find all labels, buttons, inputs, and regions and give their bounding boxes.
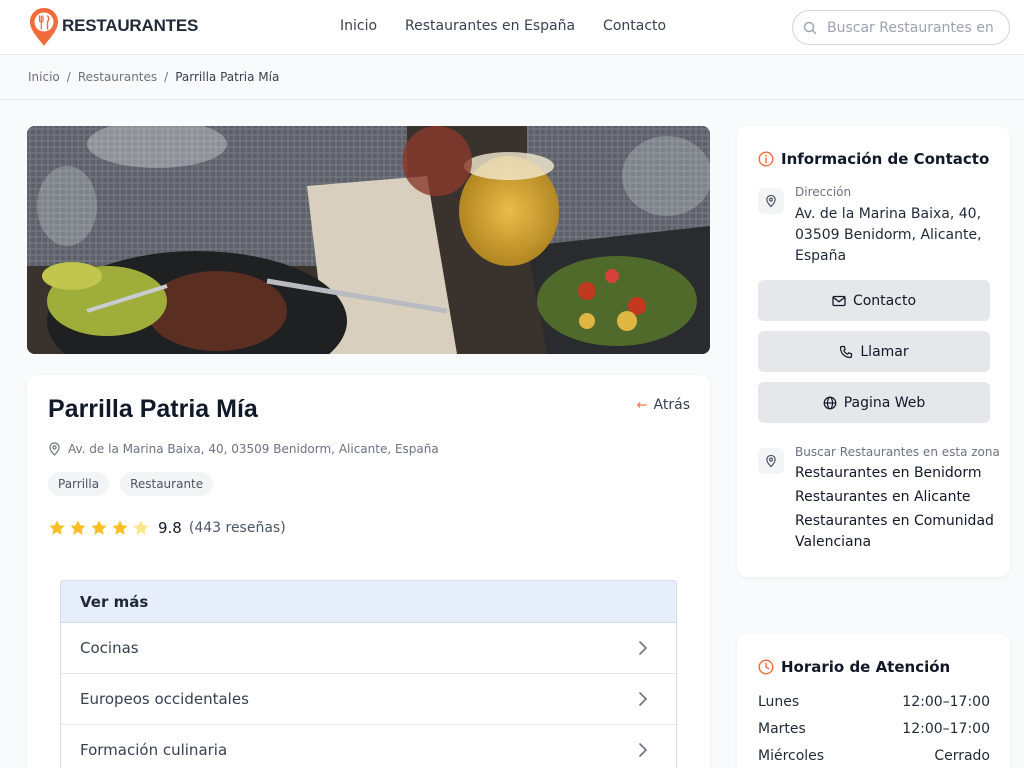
address-text: Av. de la Marina Baixa, 40, 03509 Benido… bbox=[68, 442, 439, 456]
location-pin-icon bbox=[766, 454, 776, 468]
ver-mas-item-label: Formación culinaria bbox=[80, 741, 228, 759]
zone-link-alicante[interactable]: Restaurantes en Alicante bbox=[795, 487, 995, 508]
search-icon bbox=[803, 21, 817, 34]
back-link[interactable]: ← Atrás bbox=[637, 397, 690, 413]
contact-button-label: Contacto bbox=[852, 292, 917, 309]
nav-inicio[interactable]: Inicio bbox=[340, 18, 377, 34]
ver-mas-panel: Ver más Cocinas Europeos occidentales Fo… bbox=[60, 580, 677, 768]
globe-icon bbox=[823, 396, 837, 409]
breadcrumb-separator: / bbox=[164, 70, 169, 84]
search-box[interactable] bbox=[792, 10, 1010, 45]
ver-mas-item[interactable]: Formación culinaria bbox=[61, 725, 676, 768]
breadcrumb-bar: Inicio / Restaurantes / Parrilla Patria … bbox=[0, 56, 1024, 100]
call-button-label: Llamar bbox=[860, 343, 909, 360]
restaurant-address: Av. de la Marina Baixa, 40, 03509 Benido… bbox=[48, 442, 439, 456]
contact-address: Av. de la Marina Baixa, 40, 03509 Benido… bbox=[795, 206, 982, 264]
opening-hours-card: Horario de Atención Lunes 12:00–17:00 Ma… bbox=[737, 634, 1010, 768]
tag-restaurante[interactable]: Restaurante bbox=[120, 472, 214, 496]
address-label: Dirección bbox=[795, 185, 852, 199]
ver-mas-title: Ver más bbox=[61, 581, 676, 623]
ver-mas-item-label: Cocinas bbox=[80, 639, 139, 657]
star-icon bbox=[91, 520, 107, 535]
hours-time: Cerrado bbox=[934, 748, 990, 764]
restaurant-details-card: Parrilla Patria Mía ← Atrás Av. de la Ma… bbox=[27, 375, 710, 768]
breadcrumb-inicio[interactable]: Inicio bbox=[28, 70, 60, 84]
hours-time: 12:00–17:00 bbox=[902, 721, 990, 737]
breadcrumb: Inicio / Restaurantes / Parrilla Patria … bbox=[28, 70, 279, 84]
chevron-right-icon bbox=[639, 692, 648, 706]
zone-label: Buscar Restaurantes en esta zona bbox=[795, 445, 1000, 459]
rating: 9.8 (443 reseñas) bbox=[48, 519, 286, 537]
arrow-left-icon: ← bbox=[636, 397, 648, 413]
website-button-label: Pagina Web bbox=[843, 394, 926, 411]
back-label: Atrás bbox=[653, 397, 690, 413]
hours-time: 12:00–17:00 bbox=[902, 694, 990, 710]
zone-link-comunidad-valenciana[interactable]: Restaurantes en Comunidad Valenciana bbox=[795, 511, 995, 553]
nav-contacto[interactable]: Contacto bbox=[603, 18, 666, 34]
rating-score: 9.8 bbox=[158, 519, 182, 537]
ver-mas-item[interactable]: Cocinas bbox=[61, 623, 676, 674]
chevron-right-icon bbox=[639, 743, 648, 757]
star-icon bbox=[49, 520, 65, 535]
hours-day: Lunes bbox=[758, 694, 800, 710]
website-button[interactable]: Pagina Web bbox=[758, 382, 990, 423]
breadcrumb-current: Parrilla Patria Mía bbox=[175, 70, 280, 84]
info-icon bbox=[758, 151, 774, 167]
star-icon bbox=[133, 520, 149, 535]
review-count: (443 reseñas) bbox=[188, 520, 286, 536]
logo-pin-icon bbox=[30, 8, 58, 46]
zone-links: Restaurantes en Benidorm Restaurantes en… bbox=[795, 463, 995, 556]
chevron-right-icon bbox=[639, 641, 648, 655]
food-photo-illustration bbox=[27, 126, 710, 354]
location-pin-icon bbox=[766, 194, 776, 208]
search-input[interactable] bbox=[827, 19, 997, 36]
hours-day: Martes bbox=[758, 721, 806, 737]
contact-info-card: Información de Contacto Dirección Av. de… bbox=[737, 126, 1010, 577]
zone-link-benidorm[interactable]: Restaurantes en Benidorm bbox=[795, 463, 995, 484]
ver-mas-item-label: Europeos occidentales bbox=[80, 690, 249, 708]
star-icon bbox=[112, 520, 128, 535]
hours-heading: Horario de Atención bbox=[758, 658, 950, 676]
contact-button[interactable]: Contacto bbox=[758, 280, 990, 321]
star-rating bbox=[48, 519, 150, 537]
hours-row: Martes 12:00–17:00 bbox=[758, 721, 990, 737]
phone-icon bbox=[840, 345, 853, 358]
mail-icon bbox=[832, 295, 846, 306]
contact-title: Información de Contacto bbox=[781, 150, 990, 168]
clock-icon bbox=[758, 659, 774, 675]
nav-restaurantes-espana[interactable]: Restaurantes en España bbox=[405, 18, 575, 34]
breadcrumb-separator: / bbox=[66, 70, 71, 84]
breadcrumb-restaurantes[interactable]: Restaurantes bbox=[78, 70, 157, 84]
contact-heading: Información de Contacto bbox=[758, 150, 989, 168]
hours-day: Miércoles bbox=[758, 748, 825, 764]
restaurant-photo bbox=[27, 126, 710, 354]
zone-icon-box bbox=[758, 448, 784, 474]
hours-row: Miércoles Cerrado bbox=[758, 748, 990, 764]
address-icon-box bbox=[758, 188, 784, 214]
brand-name: RESTAURANTES bbox=[62, 16, 199, 35]
category-tags: Parrilla Restaurante bbox=[48, 472, 214, 496]
call-button[interactable]: Llamar bbox=[758, 331, 990, 372]
site-header: RESTAURANTES Inicio Restaurantes en Espa… bbox=[0, 0, 1024, 55]
location-pin-icon bbox=[49, 442, 60, 456]
hours-title: Horario de Atención bbox=[781, 658, 951, 676]
ver-mas-item[interactable]: Europeos occidentales bbox=[61, 674, 676, 725]
star-icon bbox=[70, 520, 86, 535]
site-logo[interactable]: RESTAURANTES bbox=[28, 7, 198, 47]
restaurant-name: Parrilla Patria Mía bbox=[48, 395, 258, 423]
hours-row: Lunes 12:00–17:00 bbox=[758, 694, 990, 710]
main-nav: Inicio Restaurantes en España Contacto bbox=[340, 18, 666, 34]
tag-parrilla[interactable]: Parrilla bbox=[48, 472, 110, 496]
